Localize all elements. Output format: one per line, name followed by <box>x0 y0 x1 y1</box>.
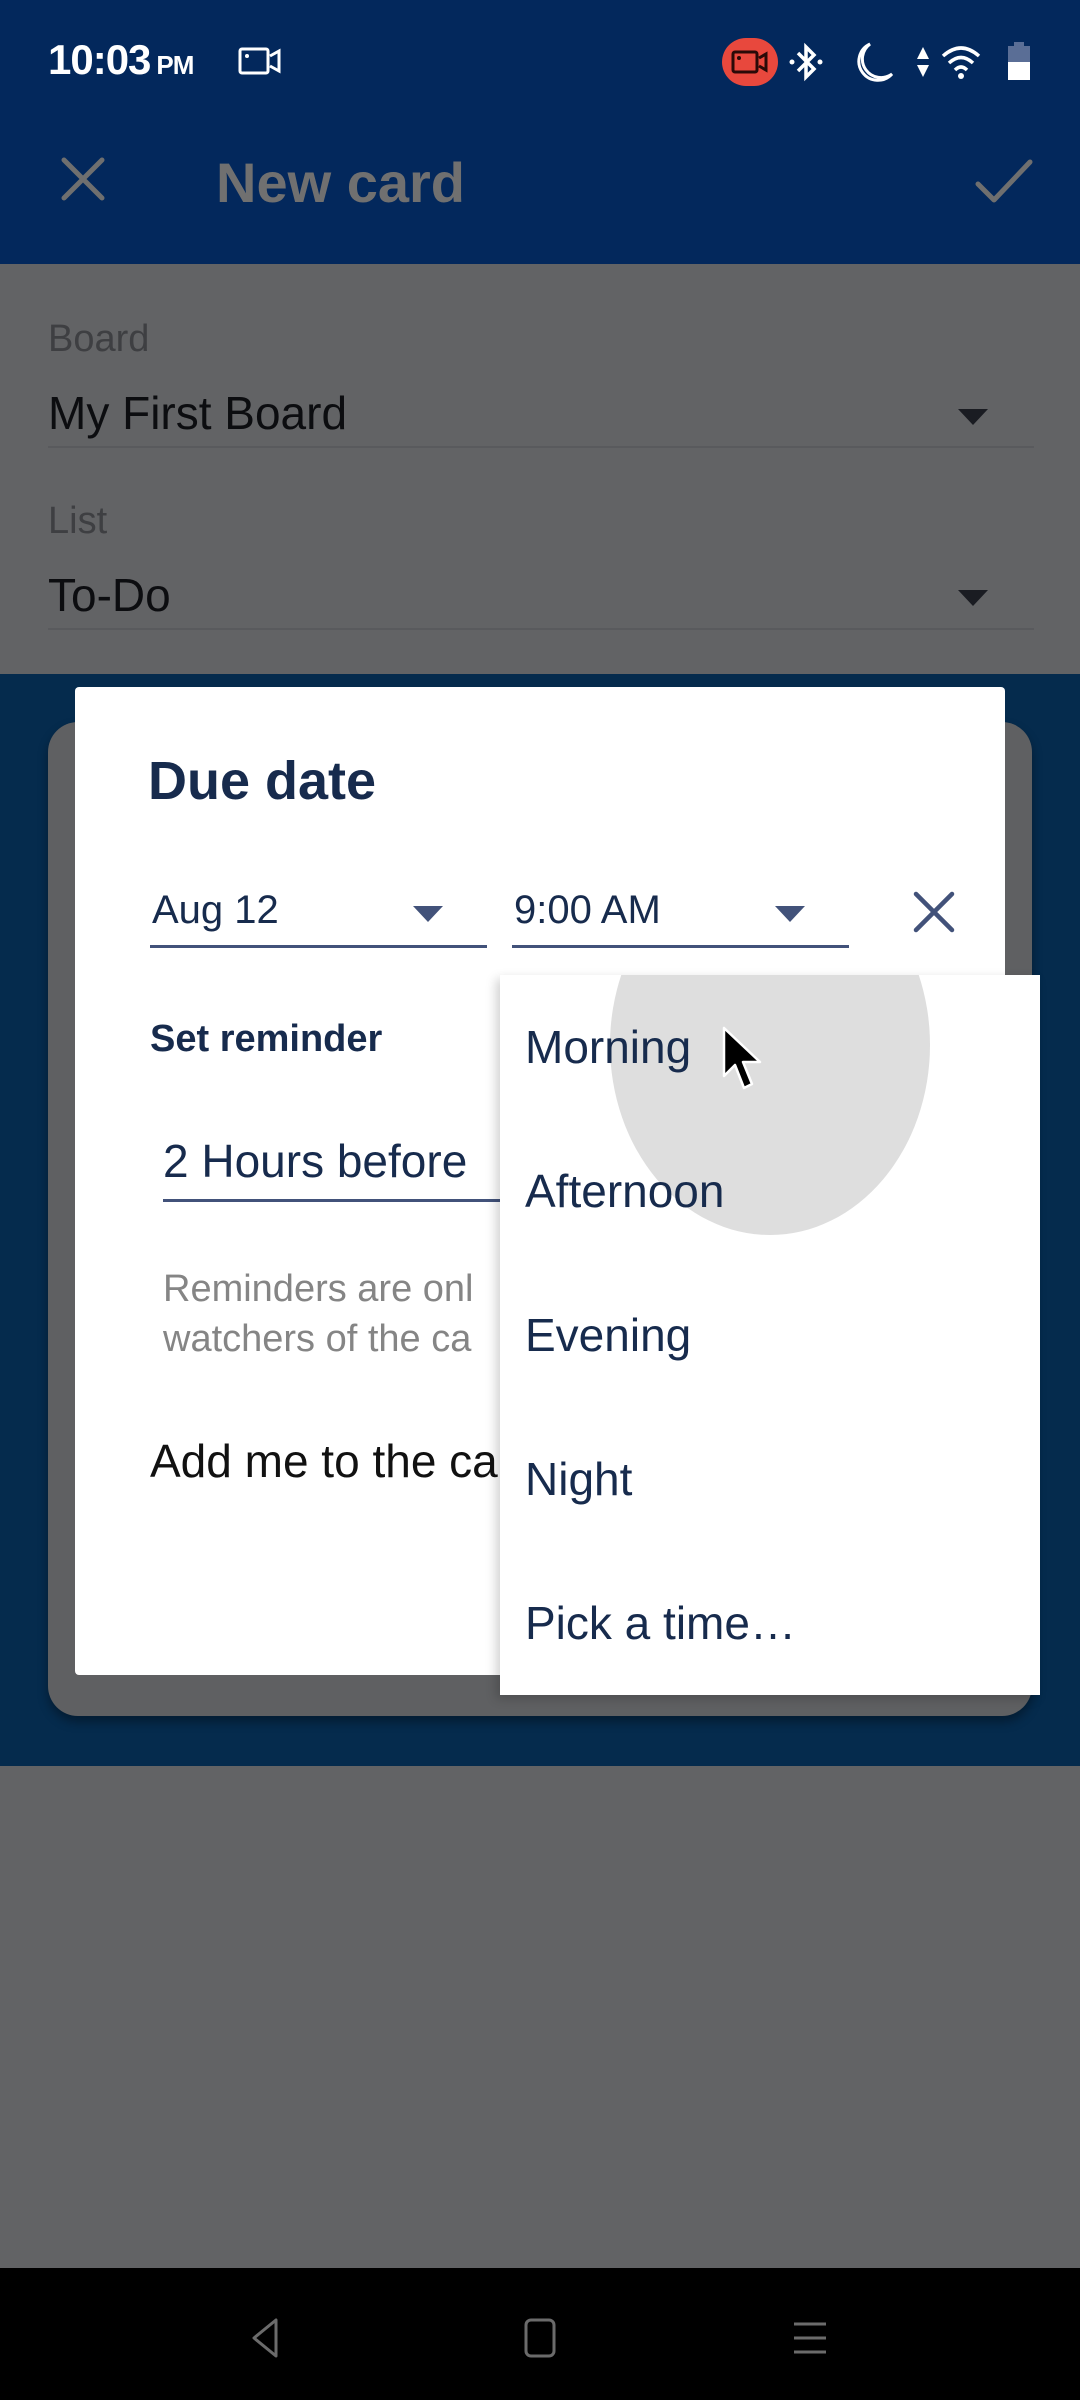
top-bar: 10:03 PM New card <box>0 0 1080 264</box>
list-select[interactable]: To-Do <box>48 568 171 622</box>
status-icons <box>722 34 1032 90</box>
page-title: New card <box>216 151 465 214</box>
set-reminder-label: Set reminder <box>150 1018 383 1060</box>
time-value: 9:00 AM <box>514 888 661 932</box>
menu-item-label: Evening <box>525 1309 692 1361</box>
menu-item-label: Morning <box>525 1021 692 1073</box>
recents-button[interactable] <box>770 2298 850 2378</box>
menu-item-night[interactable]: Night <box>500 1407 1040 1551</box>
recording-active-icon <box>722 38 778 86</box>
dialog-title: Due date <box>148 751 377 811</box>
close-button[interactable] <box>56 152 110 206</box>
reminder-select[interactable]: 2 Hours before <box>163 1130 543 1202</box>
data-arrows-icon <box>916 45 930 79</box>
board-select[interactable]: My First Board <box>48 386 347 440</box>
menu-item-label: Pick a time… <box>525 1597 796 1649</box>
home-icon <box>524 2318 556 2358</box>
bluetooth-icon <box>788 42 824 82</box>
menu-item-morning[interactable]: Morning <box>500 975 1040 1235</box>
mouse-pointer-icon <box>720 1024 766 1094</box>
reminder-help-line-2: watchers of the ca <box>163 1318 472 1360</box>
card-form: Board My First Board List To-Do <box>0 264 1080 674</box>
time-dropdown-icon <box>775 906 805 922</box>
board-label: Board <box>48 318 150 360</box>
status-time: 10:03 PM <box>48 36 194 84</box>
menu-item-evening[interactable]: Evening <box>500 1263 1040 1407</box>
reminder-help-line-1: Reminders are onl <box>163 1268 474 1310</box>
screen: 10:03 PM New card Board My First Board L… <box>0 0 1080 2400</box>
reminder-help-text: Reminders are onl watchers of the ca <box>163 1264 503 1364</box>
close-icon <box>913 891 955 933</box>
time-underline <box>512 945 849 948</box>
recents-icon <box>794 2322 826 2354</box>
home-button[interactable] <box>500 2298 580 2378</box>
wifi-icon <box>940 44 982 80</box>
date-select[interactable]: Aug 12 <box>150 880 487 948</box>
menu-item-label: Night <box>525 1453 633 1505</box>
list-dropdown-icon[interactable] <box>958 590 988 606</box>
list-label: List <box>48 500 108 542</box>
menu-item-pick-a-time[interactable]: Pick a time… <box>500 1551 1040 1695</box>
list-underline <box>48 628 1034 630</box>
time-options-menu: Morning Afternoon Evening Night Pick a t… <box>500 975 1040 1695</box>
menu-item-afternoon[interactable]: Afternoon <box>500 1119 1040 1263</box>
date-underline <box>150 945 487 948</box>
menu-item-label: Afternoon <box>525 1165 725 1217</box>
time-select[interactable]: 9:00 AM <box>512 880 849 948</box>
date-value: Aug 12 <box>152 888 279 932</box>
date-dropdown-icon <box>413 906 443 922</box>
system-nav-bar <box>0 2268 1080 2400</box>
reminder-value: 2 Hours before <box>163 1135 468 1187</box>
clock-ampm: PM <box>156 50 194 80</box>
back-icon <box>252 2318 278 2358</box>
reminder-underline <box>163 1199 543 1202</box>
clock-time: 10:03 <box>48 36 151 83</box>
back-button[interactable] <box>226 2298 306 2378</box>
board-dropdown-icon[interactable] <box>958 409 988 425</box>
screen-record-icon <box>238 46 282 76</box>
confirm-button[interactable] <box>972 154 1036 208</box>
do-not-disturb-icon <box>850 40 896 84</box>
board-underline <box>48 446 1034 448</box>
clear-due-date-button[interactable] <box>912 890 956 934</box>
check-icon <box>975 159 1033 203</box>
battery-icon <box>1006 42 1032 82</box>
add-me-to-card-label[interactable]: Add me to the card <box>150 1434 510 1488</box>
close-icon <box>61 157 105 201</box>
